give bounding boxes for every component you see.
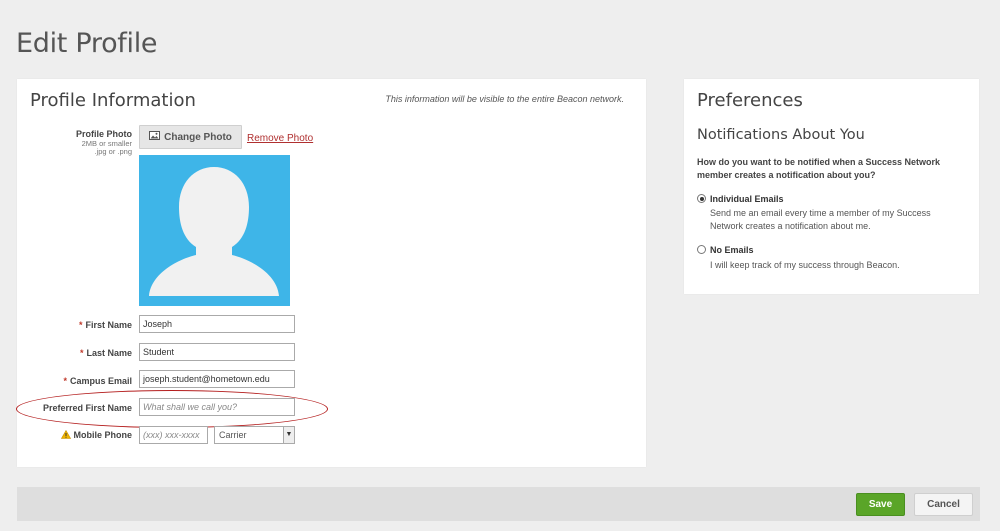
highlight-ellipse (16, 390, 328, 428)
no-emails-radio[interactable] (697, 245, 706, 254)
carrier-select-value: Carrier (219, 430, 247, 440)
warning-icon (60, 429, 71, 441)
profile-photo-label: Profile Photo (76, 129, 132, 139)
individual-emails-label[interactable]: Individual Emails (710, 194, 784, 204)
required-marker: * (79, 348, 84, 358)
cancel-button[interactable]: Cancel (914, 493, 973, 516)
save-button[interactable]: Save (856, 493, 905, 516)
change-photo-button[interactable]: Change Photo (139, 125, 242, 149)
person-silhouette-icon (149, 167, 279, 296)
profile-information-panel: Profile Information This information wil… (16, 79, 646, 467)
no-emails-label[interactable]: No Emails (710, 245, 754, 255)
first-name-label: * First Name (78, 320, 132, 330)
campus-email-label: * Campus Email (63, 376, 132, 386)
photo-type-hint: .jpg or .png (94, 147, 132, 156)
mobile-phone-field[interactable]: (xxx) xxx-xxxx (139, 426, 208, 444)
form-footer: Save Cancel (17, 487, 980, 521)
profile-information-heading: Profile Information (30, 90, 196, 111)
last-name-label: * Last Name (79, 348, 132, 358)
preferences-panel: Preferences Notifications About You How … (684, 79, 979, 294)
first-name-field[interactable]: Joseph (139, 315, 295, 333)
notifications-subheading: Notifications About You (697, 127, 865, 143)
no-emails-description: I will keep track of my success through … (710, 260, 900, 270)
chevron-down-icon: ▼ (283, 427, 294, 443)
visibility-note: This information will be visible to the … (385, 94, 624, 104)
remove-photo-link[interactable]: Remove Photo (247, 133, 313, 144)
campus-email-field[interactable]: joseph.student@hometown.edu (139, 370, 295, 388)
image-icon (149, 131, 161, 143)
individual-emails-radio[interactable] (697, 194, 706, 203)
change-photo-label: Change Photo (164, 131, 232, 143)
required-marker: * (78, 320, 83, 330)
carrier-select[interactable]: Carrier ▼ (214, 426, 295, 444)
preferences-heading: Preferences (697, 90, 803, 111)
last-name-field[interactable]: Student (139, 343, 295, 361)
page-title: Edit Profile (16, 28, 158, 59)
avatar (139, 155, 290, 306)
notification-question: How do you want to be notified when a Su… (697, 157, 941, 180)
required-marker: * (63, 376, 67, 386)
mobile-phone-label: Mobile Phone (60, 429, 132, 441)
individual-emails-description: Send me an email every time a member of … (710, 208, 931, 231)
